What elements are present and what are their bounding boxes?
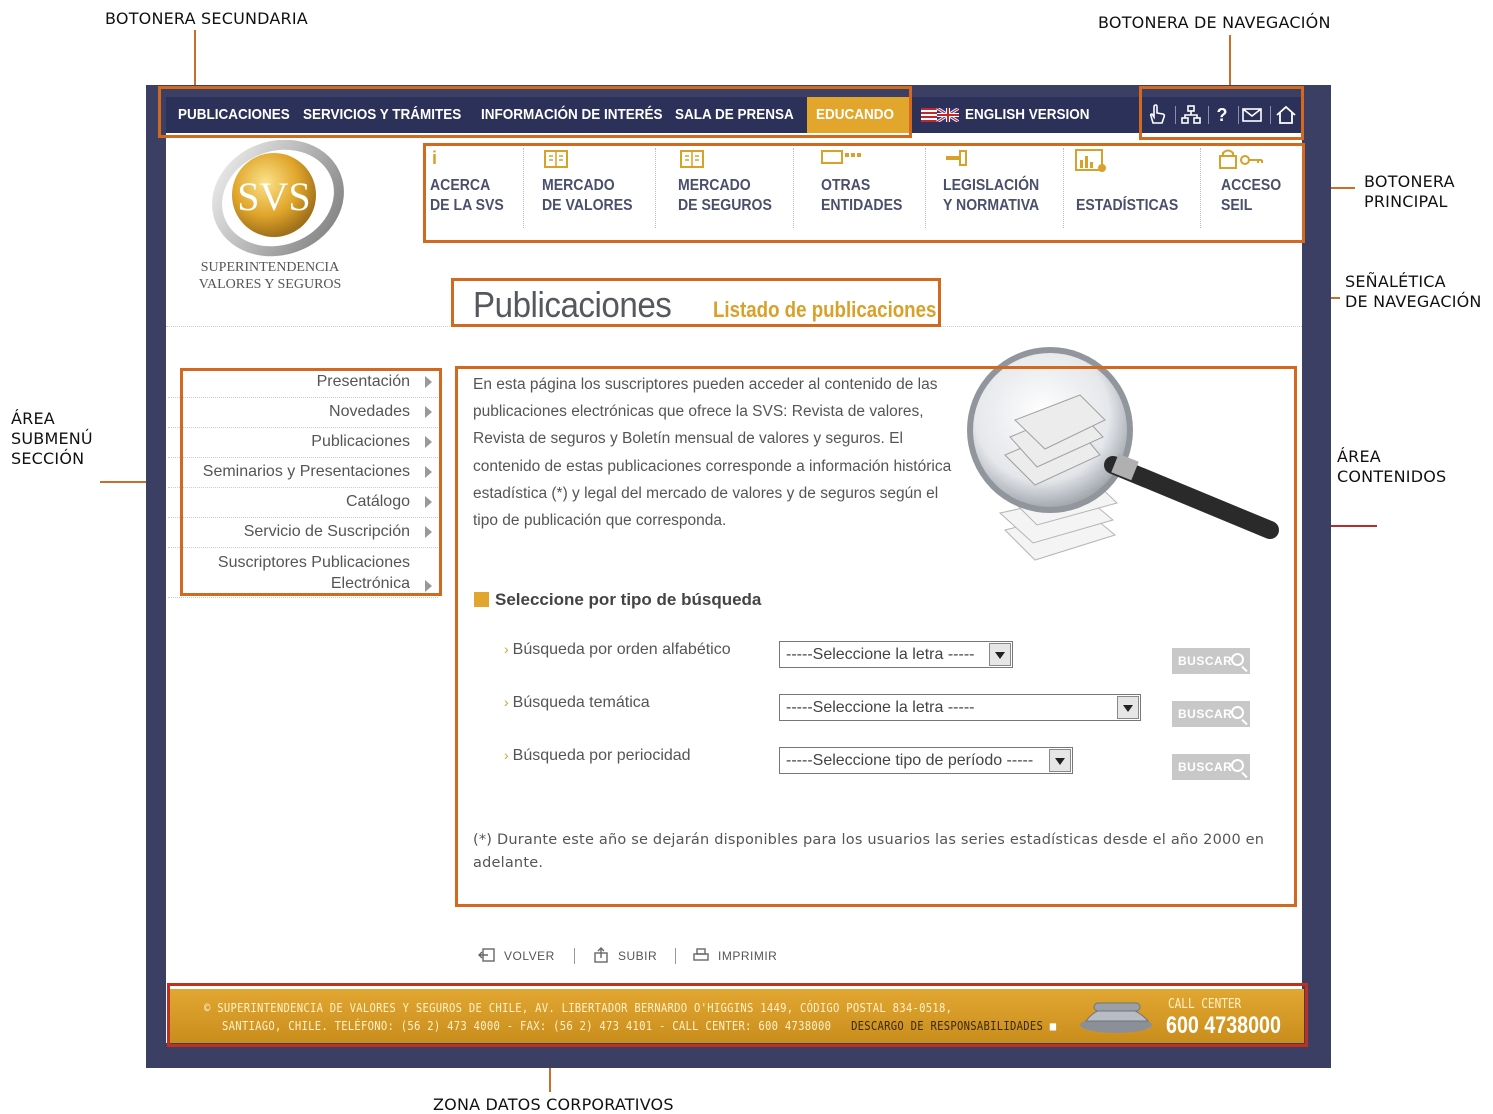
annotation-box <box>423 143 1305 243</box>
logo-letters: SVS <box>237 174 310 219</box>
annotation-line: ÁREA <box>1337 447 1381 466</box>
printer-icon <box>693 948 709 961</box>
annotation-area-submenu: ÁREA SUBMENÚ SECCIÓN <box>11 409 93 469</box>
connector-line <box>194 30 196 86</box>
divider <box>675 948 676 964</box>
annotation-line: SECCIÓN <box>11 449 85 468</box>
uk-flag-icon <box>921 108 959 122</box>
subir-label: SUBIR <box>618 949 658 963</box>
annotation-box <box>455 366 1297 907</box>
annotation-botonera-secundaria: BOTONERA SECUNDARIA <box>105 9 308 28</box>
annotation-botonera-navegacion: BOTONERA DE NAVEGACIÓN <box>1098 13 1331 32</box>
imprimir-link[interactable]: IMPRIMIR <box>692 945 777 967</box>
annotation-botonera-principal: BOTONERA PRINCIPAL <box>1364 172 1455 212</box>
annotation-box <box>1139 86 1304 140</box>
volver-label: VOLVER <box>504 949 555 963</box>
annotation-box <box>451 278 941 327</box>
english-version-link[interactable]: ENGLISH VERSION <box>965 97 1090 133</box>
annotation-senaletica: SEÑALÉTICA DE NAVEGACIÓN <box>1345 272 1482 312</box>
connector-line <box>1229 35 1231 86</box>
subir-link[interactable]: SUBIR <box>592 945 657 967</box>
up-icon <box>594 947 608 963</box>
annotation-line: DE NAVEGACIÓN <box>1345 292 1482 311</box>
volver-link[interactable]: VOLVER <box>478 945 555 967</box>
logo-line1: SUPERINTENDENCIA <box>200 260 340 275</box>
annotation-line: SEÑALÉTICA <box>1345 272 1446 291</box>
annotation-box <box>158 86 912 138</box>
back-icon <box>478 948 495 962</box>
annotation-line: ÁREA <box>11 409 55 428</box>
annotation-line: PRINCIPAL <box>1364 192 1448 211</box>
logo-text: SUPERINTENDENCIA VALORES Y SEGUROS <box>170 259 370 293</box>
annotation-line: CONTENIDOS <box>1337 467 1447 486</box>
imprimir-label: IMPRIMIR <box>718 949 778 963</box>
divider <box>574 948 575 964</box>
annotation-line: BOTONERA <box>1364 172 1455 191</box>
annotation-line: SUBMENÚ <box>11 429 93 448</box>
annotation-box <box>167 983 1308 1047</box>
annotation-area-contenidos: ÁREA CONTENIDOS <box>1337 447 1446 487</box>
logo-line2: VALORES Y SEGUROS <box>198 277 342 292</box>
annotation-zona-datos: ZONA DATOS CORPORATIVOS <box>433 1095 674 1114</box>
annotation-box <box>180 368 442 596</box>
